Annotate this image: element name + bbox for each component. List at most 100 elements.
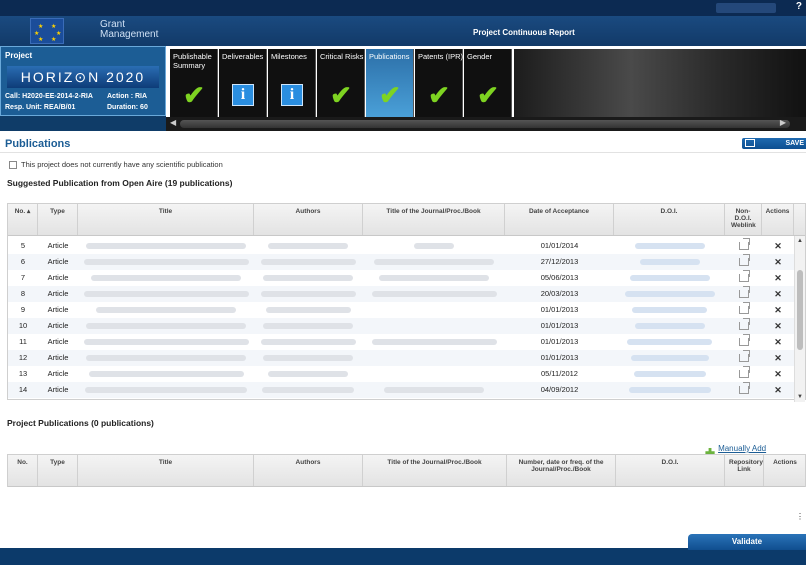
col-journal[interactable]: Title of the Journal/Proc./Book <box>363 204 505 235</box>
row-doi[interactable] <box>618 382 721 398</box>
share-icon[interactable] <box>725 254 762 270</box>
row-date: 01/01/2013 <box>540 305 579 314</box>
remove-icon[interactable]: ✕ <box>762 366 794 382</box>
scroll-down-icon[interactable]: ▼ <box>797 394 803 400</box>
row-no: 14 <box>18 385 28 394</box>
tab-milestones[interactable]: Milestones i <box>268 49 316 117</box>
col-date[interactable]: Date of Acceptance <box>505 204 614 235</box>
col-no[interactable]: No. ▴ <box>8 204 38 235</box>
row-doi[interactable] <box>618 366 721 382</box>
col-weblink[interactable]: Non-D.O.I. Weblink <box>725 204 762 235</box>
row-doi[interactable] <box>618 302 721 318</box>
divider <box>0 152 806 153</box>
table-scrollbar[interactable]: ▲ ▼ <box>794 236 805 402</box>
row-date: 05/06/2013 <box>540 273 579 282</box>
scroll-left-icon[interactable]: ◀ <box>170 118 176 127</box>
table-row[interactable]: 8 Article 20/03/2013 ✕ <box>8 286 794 302</box>
row-no: 9 <box>20 305 26 314</box>
remove-icon[interactable]: ✕ <box>762 334 794 350</box>
col-type[interactable]: Type <box>38 204 78 235</box>
project-unit: Resp. Unit: REA/B/01 <box>5 104 76 111</box>
col-authors[interactable]: Authors <box>254 455 363 486</box>
row-doi[interactable] <box>618 350 721 366</box>
row-doi[interactable] <box>618 318 721 334</box>
save-button[interactable]: SAVE <box>742 138 806 149</box>
table-row[interactable]: 7 Article 05/06/2013 ✕ <box>8 270 794 286</box>
row-doi[interactable] <box>618 238 721 254</box>
col-repository[interactable]: Repository Link <box>725 455 764 486</box>
table-row[interactable]: 6 Article 27/12/2013 ✕ <box>8 254 794 270</box>
remove-icon[interactable]: ✕ <box>762 286 794 302</box>
table-row[interactable]: 9 Article 01/01/2013 ✕ <box>8 302 794 318</box>
top-search-field[interactable] <box>716 3 776 13</box>
help-button[interactable]: ? <box>796 1 802 12</box>
project-publications-table: No. Type Title Authors Title of the Jour… <box>7 454 806 487</box>
share-icon[interactable] <box>725 366 762 382</box>
table-row[interactable]: 5 Article 01/01/2014 ✕ <box>8 238 794 254</box>
share-icon[interactable] <box>725 350 762 366</box>
share-icon[interactable] <box>725 382 762 398</box>
row-date: 20/03/2013 <box>540 289 579 298</box>
col-journal[interactable]: Title of the Journal/Proc./Book <box>363 455 507 486</box>
remove-icon[interactable]: ✕ <box>762 382 794 398</box>
share-icon[interactable] <box>725 238 762 254</box>
no-publication-option[interactable]: This project does not currently have any… <box>9 160 223 169</box>
col-number[interactable]: Number, date or freq. of the Journal/Pro… <box>507 455 616 486</box>
tabs-scroll-thumb[interactable] <box>180 120 790 128</box>
remove-icon[interactable]: ✕ <box>762 270 794 286</box>
row-doi[interactable] <box>618 254 721 270</box>
scroll-right-icon[interactable]: ▶ <box>780 118 786 127</box>
row-doi[interactable] <box>618 334 721 350</box>
row-doi[interactable] <box>618 286 721 302</box>
tab-publications[interactable]: Publications ✔ <box>366 49 414 117</box>
tab-deliverables[interactable]: Deliverables i <box>219 49 267 117</box>
tab-publishable-summary[interactable]: Publishable Summary ✔ <box>170 49 218 117</box>
col-doi[interactable]: D.O.I. <box>616 455 725 486</box>
col-doi[interactable]: D.O.I. <box>614 204 725 235</box>
save-icon <box>745 139 755 147</box>
col-type[interactable]: Type <box>38 455 78 486</box>
share-icon[interactable] <box>725 318 762 334</box>
footer-bar <box>0 548 806 565</box>
save-label: SAVE <box>785 140 804 147</box>
remove-icon[interactable]: ✕ <box>762 302 794 318</box>
col-title[interactable]: Title <box>78 455 254 486</box>
share-icon[interactable] <box>725 286 762 302</box>
col-authors[interactable]: Authors <box>254 204 363 235</box>
table-row[interactable]: 11 Article 01/01/2013 ✕ <box>8 334 794 350</box>
table-row[interactable]: 10 Article 01/01/2013 ✕ <box>8 318 794 334</box>
remove-icon[interactable]: ✕ <box>762 318 794 334</box>
scroll-up-icon[interactable]: ▲ <box>797 238 803 244</box>
tab-critical-risks[interactable]: Critical Risks ✔ <box>317 49 365 117</box>
tab-patents[interactable]: Patents (IPR) ✔ <box>415 49 463 117</box>
table-row[interactable]: 12 Article 01/01/2013 ✕ <box>8 350 794 366</box>
share-icon[interactable] <box>725 270 762 286</box>
row-journal <box>367 318 501 334</box>
tab-gender[interactable]: Gender ✔ <box>464 49 512 117</box>
remove-icon[interactable]: ✕ <box>762 350 794 366</box>
col-title[interactable]: Title <box>78 204 254 235</box>
validate-button[interactable]: Validate <box>688 534 806 550</box>
share-icon[interactable] <box>725 334 762 350</box>
row-journal <box>367 366 501 382</box>
share-icon[interactable] <box>725 302 762 318</box>
banner-image <box>514 49 806 117</box>
row-title <box>82 334 250 350</box>
row-authors <box>258 302 358 318</box>
more-icon[interactable]: ⋮ <box>796 512 804 521</box>
remove-icon[interactable]: ✕ <box>762 254 794 270</box>
table-row[interactable]: 13 Article 05/11/2012 ✕ <box>8 366 794 382</box>
row-authors <box>258 286 358 302</box>
project-duration: Duration: 60 <box>107 104 148 111</box>
row-journal <box>367 238 501 254</box>
row-title <box>82 318 250 334</box>
row-title <box>82 254 250 270</box>
row-no: 12 <box>18 353 28 362</box>
tabs-scrollbar[interactable]: ◀ ▶ <box>166 117 806 131</box>
table-row[interactable]: 14 Article 04/09/2012 ✕ <box>8 382 794 398</box>
col-no[interactable]: No. <box>8 455 38 486</box>
row-doi[interactable] <box>618 270 721 286</box>
remove-icon[interactable]: ✕ <box>762 238 794 254</box>
no-publication-checkbox[interactable] <box>9 160 17 169</box>
table-scroll-thumb[interactable] <box>797 270 803 350</box>
